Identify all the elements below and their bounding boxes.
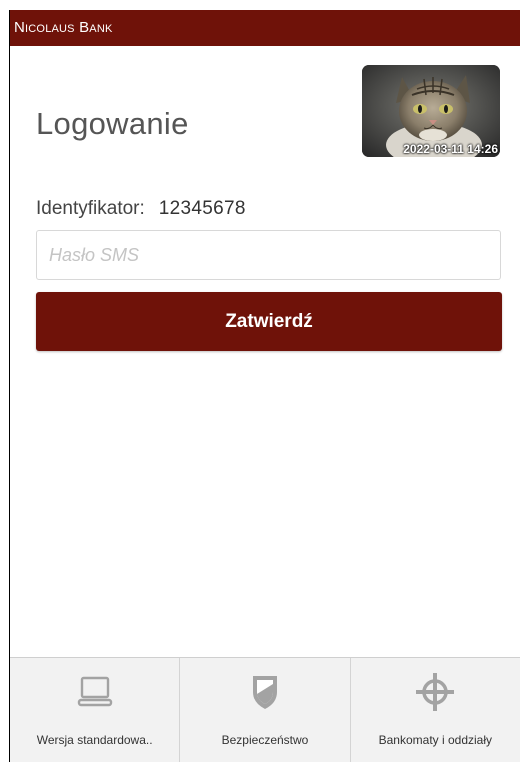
sms-password-input[interactable] xyxy=(36,230,501,280)
tab-standard-version[interactable]: Wersja standardowa.. xyxy=(10,658,181,762)
app-frame: Nicolaus Bank Logowanie 2022-03-11 14:26… xyxy=(9,10,520,762)
security-photo: 2022-03-11 14:26 xyxy=(362,65,500,157)
crosshair-icon xyxy=(416,673,455,711)
shield-icon xyxy=(252,676,277,709)
bank-name: Nicolaus Bank xyxy=(14,19,113,36)
submit-button[interactable]: Zatwierdź xyxy=(36,292,502,351)
page-title: Logowanie xyxy=(36,106,189,141)
tab-atms-branches[interactable]: Bankomaty i oddziały xyxy=(350,658,520,762)
app-header: Nicolaus Bank xyxy=(10,10,520,46)
laptop-icon xyxy=(77,676,112,707)
tab-label: Bankomaty i oddziały xyxy=(378,733,493,747)
bottom-tab-bar: Wersja standardowa.. Bezpieczeństwo Bank… xyxy=(10,657,520,762)
tab-label: Wersja standardowa.. xyxy=(36,733,153,747)
identifier-label: Identyfikator: xyxy=(36,198,145,219)
tab-security[interactable]: Bezpieczeństwo xyxy=(180,658,351,762)
identifier-row: Identyfikator: 12345678 xyxy=(36,198,246,220)
identifier-value: 12345678 xyxy=(158,198,246,219)
tab-label: Bezpieczeństwo xyxy=(221,733,309,747)
photo-timestamp: 2022-03-11 14:26 xyxy=(403,142,498,156)
